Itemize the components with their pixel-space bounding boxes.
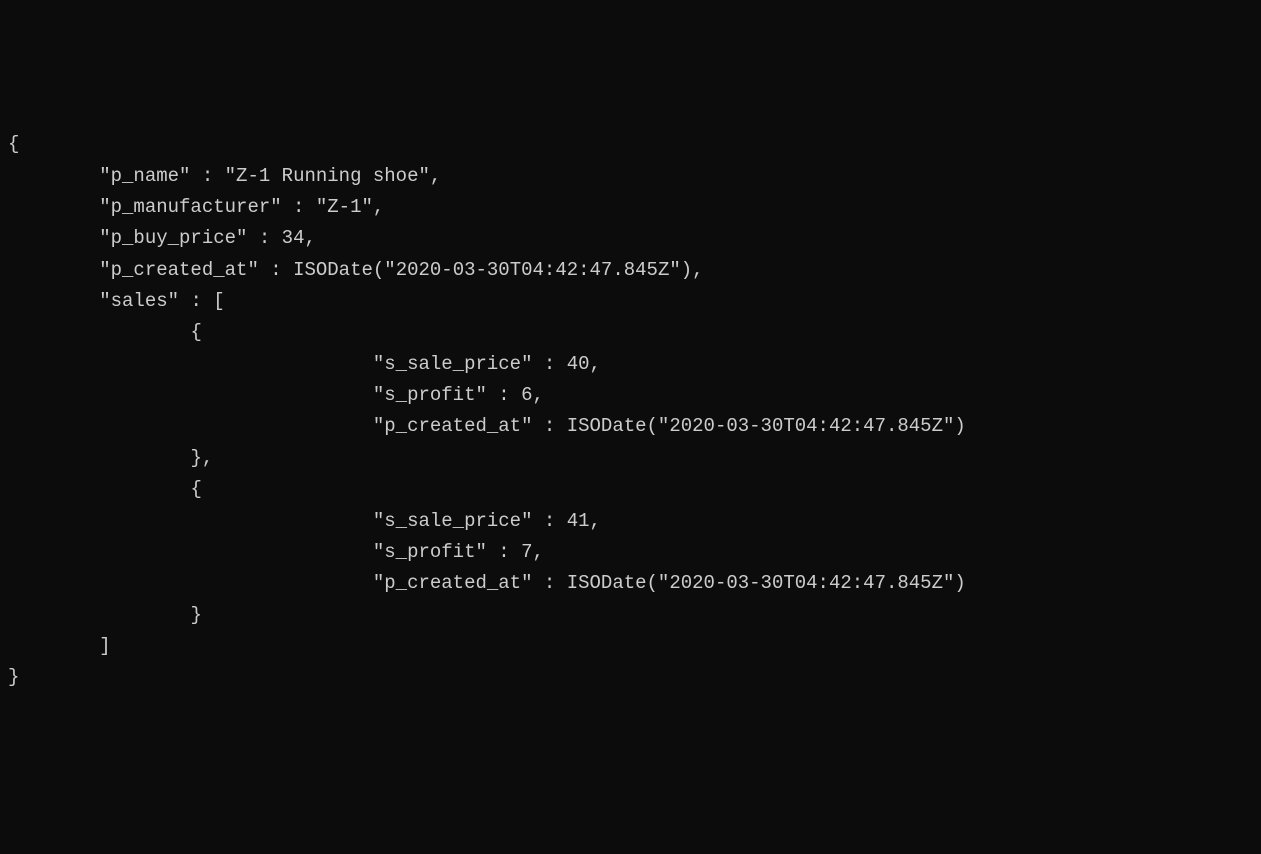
json-key: "p_created_at" bbox=[373, 572, 533, 594]
brace-open: { bbox=[8, 133, 19, 155]
json-number-value: 6 bbox=[521, 384, 532, 406]
bracket-open: [ bbox=[213, 290, 224, 312]
json-key: "p_buy_price" bbox=[99, 227, 247, 249]
json-key: "s_profit" bbox=[373, 384, 487, 406]
json-key: "p_created_at" bbox=[99, 259, 259, 281]
bracket-close: ] bbox=[99, 635, 110, 657]
json-key: "s_profit" bbox=[373, 541, 487, 563]
json-string-value: "Z-1 Running shoe" bbox=[225, 165, 430, 187]
brace-open: { bbox=[190, 321, 201, 343]
json-key: "s_sale_price" bbox=[373, 510, 533, 532]
json-key: "p_name" bbox=[99, 165, 190, 187]
json-number-value: 34 bbox=[282, 227, 305, 249]
json-string-value: "Z-1" bbox=[316, 196, 373, 218]
brace-open: { bbox=[190, 478, 201, 500]
json-number-value: 41 bbox=[567, 510, 590, 532]
brace-close: } bbox=[8, 666, 19, 688]
brace-close: } bbox=[190, 604, 201, 626]
json-number-value: 40 bbox=[567, 353, 590, 375]
json-key: "sales" bbox=[99, 290, 179, 312]
json-key: "p_created_at" bbox=[373, 415, 533, 437]
json-number-value: 7 bbox=[521, 541, 532, 563]
json-isodate-value: ISODate("2020-03-30T04:42:47.845Z") bbox=[293, 259, 692, 281]
json-isodate-value: ISODate("2020-03-30T04:42:47.845Z") bbox=[567, 415, 966, 437]
json-key: "p_manufacturer" bbox=[99, 196, 281, 218]
json-isodate-value: ISODate("2020-03-30T04:42:47.845Z") bbox=[567, 572, 966, 594]
brace-close: }, bbox=[190, 447, 213, 469]
code-block: { "p_name" : "Z-1 Running shoe", "p_manu… bbox=[8, 129, 1253, 693]
json-key: "s_sale_price" bbox=[373, 353, 533, 375]
